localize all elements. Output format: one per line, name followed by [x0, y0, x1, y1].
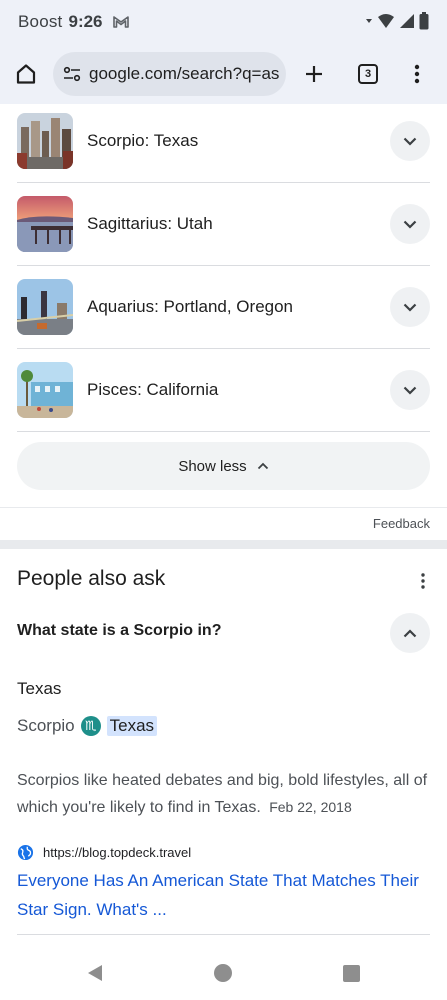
- expand-button[interactable]: [390, 204, 430, 244]
- data-arrow-icon: [366, 19, 372, 23]
- browser-toolbar: google.com/search?q=as 3: [0, 44, 447, 104]
- chevron-up-icon: [403, 628, 417, 637]
- expand-button[interactable]: [390, 121, 430, 161]
- chevron-down-icon: [403, 303, 417, 312]
- california-thumbnail: [17, 362, 73, 418]
- list-item[interactable]: Sagittarius: Utah: [17, 183, 430, 266]
- entity-from: Scorpio: [17, 716, 75, 735]
- expand-button[interactable]: [390, 287, 430, 327]
- entity-chip: Scorpio ♏ Texas: [17, 716, 158, 736]
- chevron-up-icon: [257, 462, 268, 470]
- state-label: Pisces: California: [87, 380, 219, 399]
- wifi-icon: [378, 14, 394, 28]
- more-vert-icon: [414, 64, 420, 84]
- question-text[interactable]: What state is a Scorpio in?: [17, 622, 221, 640]
- recents-icon[interactable]: [343, 965, 360, 982]
- home-button[interactable]: [2, 50, 50, 98]
- site-settings-icon[interactable]: [63, 66, 81, 82]
- answer-snippet: Scorpios like heated debates and big, bo…: [17, 768, 432, 821]
- section-divider: [0, 540, 447, 549]
- url-text[interactable]: google.com/search?q=as: [89, 64, 279, 84]
- cell-signal-icon: [400, 14, 414, 28]
- section-title: People also ask: [17, 567, 166, 590]
- utah-thumbnail: [17, 196, 73, 252]
- feedback-link[interactable]: Feedback: [373, 516, 430, 531]
- result-title-link[interactable]: Everyone Has An American State That Matc…: [17, 866, 432, 924]
- home-icon: [16, 64, 36, 84]
- new-tab-button[interactable]: [292, 50, 336, 98]
- answer-heading: Texas: [17, 679, 62, 698]
- more-vert-icon: [421, 573, 425, 589]
- chevron-down-icon: [403, 386, 417, 395]
- collapse-question-button[interactable]: [390, 613, 430, 653]
- more-options-button[interactable]: [413, 570, 433, 592]
- menu-button[interactable]: [395, 50, 439, 98]
- texas-thumbnail: [17, 113, 73, 169]
- list-item[interactable]: Aquarius: Portland, Oregon: [17, 266, 430, 349]
- state-label: Aquarius: Portland, Oregon: [87, 297, 294, 316]
- snippet-date: Feb 22, 2018: [269, 799, 352, 815]
- entity-to: Texas: [106, 716, 158, 736]
- plus-icon: [306, 66, 322, 82]
- expand-button[interactable]: [390, 370, 430, 410]
- list-item[interactable]: Pisces: California: [17, 349, 430, 432]
- show-less-button[interactable]: Show less: [17, 442, 430, 490]
- system-nav-bar: [0, 944, 447, 1000]
- list-item[interactable]: Scorpio: Texas: [17, 100, 430, 183]
- source-url-text: https://blog.topdeck.travel: [43, 845, 192, 860]
- portland-thumbnail: [17, 279, 73, 335]
- status-bar: Boost 9:26: [0, 0, 447, 44]
- state-label: Scorpio: Texas: [87, 131, 199, 150]
- state-label: Sagittarius: Utah: [87, 214, 213, 233]
- scorpio-icon: ♏: [80, 716, 101, 736]
- tab-count: 3: [358, 64, 378, 84]
- back-icon[interactable]: [86, 964, 104, 982]
- status-icons: [365, 12, 429, 30]
- clock: 9:26: [68, 12, 103, 31]
- show-less-label: Show less: [178, 457, 247, 475]
- address-bar[interactable]: google.com/search?q=as: [53, 52, 286, 96]
- snippet-text: Scorpios like heated debates and big, bo…: [17, 772, 428, 816]
- source-url[interactable]: https://blog.topdeck.travel: [17, 844, 191, 861]
- gmail-icon: [112, 16, 129, 28]
- chevron-down-icon: [403, 220, 417, 229]
- globe-icon: [17, 844, 34, 861]
- chevron-down-icon: [403, 137, 417, 146]
- home-nav-icon[interactable]: [214, 964, 232, 982]
- carrier-name: Boost: [18, 12, 63, 31]
- battery-icon: [419, 12, 429, 30]
- divider: [17, 934, 430, 935]
- tab-switcher-button[interactable]: 3: [346, 50, 390, 98]
- divider: [0, 507, 447, 508]
